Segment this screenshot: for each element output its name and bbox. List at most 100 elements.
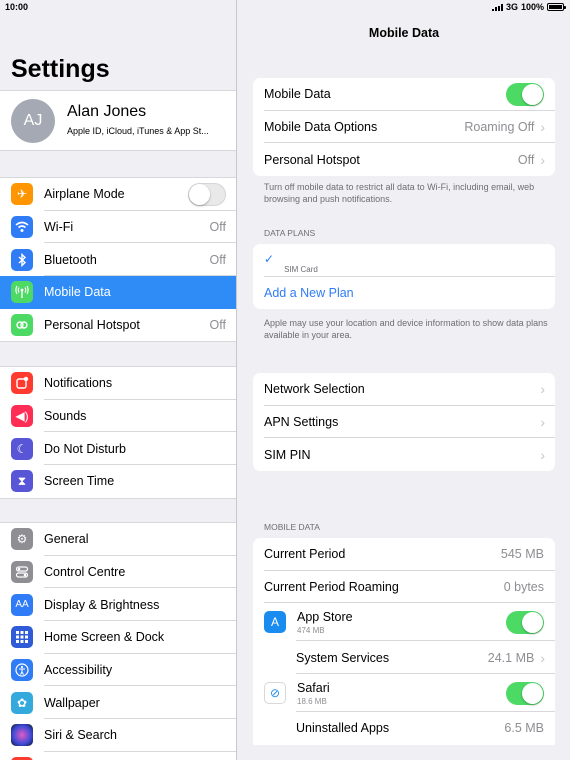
row-label: Uninstalled Apps <box>296 721 390 736</box>
sidebar-item-label: Airplane Mode <box>44 187 125 202</box>
chevron-right-icon: › <box>540 649 545 666</box>
sidebar-item-label: General <box>44 532 89 547</box>
row-label: SIM PIN <box>264 447 311 462</box>
app-store-icon: A <box>264 611 286 634</box>
row-value: Off <box>517 152 535 167</box>
app-name: Safari <box>297 680 330 695</box>
system-services-row[interactable]: System Services 24.1 MB › <box>253 641 555 675</box>
sidebar-item-value: Off <box>209 252 226 267</box>
signal-icon <box>491 3 503 11</box>
sidebar-item-label: Siri & Search <box>44 728 117 743</box>
sidebar-item-label: Notifications <box>44 376 113 391</box>
sidebar-item-label: Screen Time <box>44 474 115 489</box>
app-usage: 18.6 MB <box>297 696 327 706</box>
app-store-row: A App Store 474 MB <box>253 603 555 642</box>
sidebar-item-wifi[interactable]: Wi-Fi Off <box>0 211 236 244</box>
app-store-toggle[interactable] <box>506 610 544 634</box>
chevron-right-icon: › <box>540 381 545 398</box>
chevron-right-icon: › <box>540 446 545 463</box>
personal-hotspot-row[interactable]: Personal Hotspot Off › <box>253 143 555 176</box>
sidebar-item-mobile-data[interactable]: Mobile Data <box>0 276 236 309</box>
sidebar-item-label: Wallpaper <box>44 695 100 710</box>
airplane-mode-toggle[interactable] <box>188 182 226 206</box>
sidebar-item-screen-time[interactable]: ⧗ Screen Time <box>0 465 236 498</box>
sidebar-item-label: Sounds <box>44 409 87 424</box>
row-label: APN Settings <box>264 415 339 430</box>
hotspot-icon <box>11 314 33 337</box>
wifi-icon <box>11 216 33 239</box>
settings-sidebar: Settings AJ Alan Jones Apple ID, iCloud,… <box>0 0 237 760</box>
network-card: Network Selection › APN Settings › SIM P… <box>253 373 555 472</box>
row-label: Mobile Data Options <box>264 120 378 135</box>
sidebar-item-control-centre[interactable]: Control Centre <box>0 556 236 589</box>
sidebar-item-next[interactable] <box>0 752 236 760</box>
mobile-data-header: MOBILE DATA <box>264 522 320 532</box>
sidebar-item-label: Home Screen & Dock <box>44 630 165 645</box>
moon-icon: ☾ <box>11 437 33 460</box>
profile-subtitle: Apple ID, iCloud, iTunes & App St... <box>67 126 209 136</box>
sidebar-item-airplane-mode[interactable]: ✈ Airplane Mode <box>0 178 236 211</box>
sim-card-row[interactable]: ✓ SIM Card <box>253 244 555 277</box>
row-value: 545 MB <box>500 547 544 562</box>
sidebar-item-personal-hotspot[interactable]: Personal Hotspot Off <box>0 309 236 342</box>
sidebar-item-do-not-disturb[interactable]: ☾ Do Not Disturb <box>0 432 236 466</box>
status-bar: 10:00 3G 100% <box>0 0 570 14</box>
flower-icon: ✿ <box>11 691 33 714</box>
antenna-icon <box>11 281 33 304</box>
sidebar-item-label: Accessibility <box>44 663 113 678</box>
row-label: Network Selection <box>264 382 365 397</box>
row-label: System Services <box>296 650 390 665</box>
sidebar-item-general[interactable]: ⚙ General <box>0 523 236 556</box>
battery-icon <box>547 3 566 11</box>
sidebar-item-wallpaper[interactable]: ✿ Wallpaper <box>0 686 236 720</box>
sidebar-item-label: Display & Brightness <box>44 597 160 612</box>
battery-percent: 100% <box>520 2 544 12</box>
sidebar-item-bluetooth[interactable]: Bluetooth Off <box>0 243 236 277</box>
usage-card: Current Period 545 MB Current Period Roa… <box>253 538 555 745</box>
chevron-right-icon: › <box>540 414 545 431</box>
switches-icon <box>11 561 33 584</box>
current-period-row: Current Period 545 MB <box>253 538 555 571</box>
row-label: Current Period Roaming <box>264 580 399 595</box>
current-period-roaming-row: Current Period Roaming 0 bytes <box>253 571 555 604</box>
airplane-icon: ✈ <box>11 183 33 206</box>
detail-title: Mobile Data <box>368 26 440 40</box>
sidebar-item-value: Off <box>209 318 226 333</box>
sidebar-item-label: Bluetooth <box>44 252 97 267</box>
row-label: Mobile Data <box>264 87 331 102</box>
row-value: 6.5 MB <box>504 721 544 736</box>
add-plan-row[interactable]: Add a New Plan <box>253 277 555 310</box>
apple-id-profile[interactable]: AJ Alan Jones Apple ID, iCloud, iTunes &… <box>0 90 236 151</box>
apn-settings-row[interactable]: APN Settings › <box>253 406 555 439</box>
gear-icon: ⚙ <box>11 528 33 551</box>
sim-pin-row[interactable]: SIM PIN › <box>253 438 555 471</box>
grid-icon <box>11 626 33 649</box>
sidebar-item-notifications[interactable]: Notifications <box>0 367 236 400</box>
sidebar-item-label: Wi-Fi <box>44 220 74 235</box>
sidebar-item-siri-search[interactable]: Siri & Search <box>0 719 236 752</box>
chevron-right-icon: › <box>540 119 545 136</box>
sidebar-item-sounds[interactable]: ◀) Sounds <box>0 400 236 433</box>
sim-card-label: SIM Card <box>284 264 318 274</box>
sidebar-item-label: Mobile Data <box>44 285 111 300</box>
mobile-data-options-row[interactable]: Mobile Data Options Roaming Off › <box>253 111 555 144</box>
sidebar-item-accessibility[interactable]: Accessibility <box>0 654 236 687</box>
add-plan-link[interactable]: Add a New Plan <box>264 286 555 300</box>
safari-toggle[interactable] <box>506 681 544 705</box>
connectivity-group: ✈ Airplane Mode Wi-Fi Off Bluetooth Off <box>0 177 236 343</box>
row-label: Personal Hotspot <box>264 152 360 167</box>
status-right: 3G 100% <box>491 2 566 12</box>
notifications-icon <box>11 372 33 395</box>
mobile-data-footnote: Turn off mobile data to restrict all dat… <box>264 182 535 204</box>
row-value: 0 bytes <box>503 580 544 595</box>
sidebar-item-value: Off <box>209 220 226 235</box>
sidebar-item-display-brightness[interactable]: AA Display & Brightness <box>0 588 236 622</box>
notifications-group: Notifications ◀) Sounds ☾ Do Not Disturb… <box>0 366 236 499</box>
row-label: Current Period <box>264 547 346 562</box>
hourglass-icon: ⧗ <box>11 470 33 493</box>
aa-icon: AA <box>11 593 33 616</box>
network-selection-row[interactable]: Network Selection › <box>253 373 555 406</box>
avatar: AJ <box>11 99 55 143</box>
mobile-data-toggle[interactable] <box>506 82 544 106</box>
sidebar-item-home-screen-dock[interactable]: Home Screen & Dock <box>0 621 236 654</box>
